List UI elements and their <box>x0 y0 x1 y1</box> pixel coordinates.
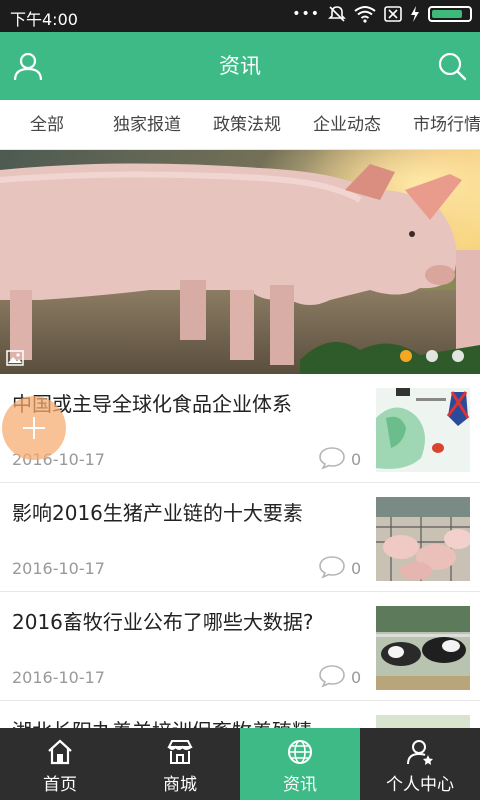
mute-icon <box>328 6 346 22</box>
app-header: 资讯 <box>0 32 480 100</box>
carousel-indicator <box>400 350 464 362</box>
carousel-dot[interactable] <box>426 350 438 362</box>
comment-count: 0 <box>351 450 362 469</box>
news-item[interactable]: 湖北长阳办养羊培训促畜牧养殖精 <box>0 701 480 728</box>
tab-exclusive[interactable]: 独家报道 <box>113 100 181 149</box>
nav-label: 首页 <box>43 775 77 795</box>
more-dots-icon: ••• <box>292 6 320 22</box>
carousel-dot[interactable] <box>400 350 412 362</box>
news-title: 湖北长阳办养羊培训促畜牧养殖精 <box>12 715 362 728</box>
news-date: 2016-10-17 <box>12 559 105 578</box>
news-date: 2016-10-17 <box>12 668 105 687</box>
tab-company-news[interactable]: 企业动态 <box>313 100 381 149</box>
comment-count: 0 <box>351 668 362 687</box>
image-icon <box>6 350 24 366</box>
news-item[interactable]: 2016畜牧行业公布了哪些大数据? 2016-10-17 0 <box>0 592 480 701</box>
page-title: 资讯 <box>219 54 261 78</box>
battery-icon <box>428 6 472 22</box>
comment-icon <box>319 447 345 470</box>
charging-icon <box>411 6 419 22</box>
news-title: 中国或主导全球化食品企业体系 <box>12 392 292 416</box>
status-icons: ••• <box>292 5 472 23</box>
nav-label: 个人中心 <box>386 775 454 795</box>
news-title: 影响2016生猪产业链的十大要素 <box>12 501 303 525</box>
bottom-nav: 首页 商城 资讯 个人中心 <box>0 728 480 800</box>
category-tabs: 全部 独家报道 政策法规 企业动态 市场行情 <box>0 100 480 150</box>
news-item[interactable]: 中国或主导全球化食品企业体系 2016-10-17 0 <box>0 374 480 483</box>
nav-profile[interactable]: 个人中心 <box>360 728 480 800</box>
nav-label: 商城 <box>163 775 197 795</box>
nav-label: 资讯 <box>283 775 317 795</box>
comment-icon <box>319 556 345 579</box>
carousel-dot[interactable] <box>452 350 464 362</box>
comment-icon <box>319 665 345 688</box>
tab-market[interactable]: 市场行情 <box>413 100 480 149</box>
news-item[interactable]: 影响2016生猪产业链的十大要素 2016-10-17 0 <box>0 483 480 592</box>
profile-icon <box>407 740 433 765</box>
news-thumbnail <box>376 497 470 581</box>
nav-news[interactable]: 资讯 <box>240 728 360 800</box>
banner-image <box>0 150 480 374</box>
nav-store[interactable]: 商城 <box>120 728 240 800</box>
news-thumbnail <box>376 606 470 690</box>
news-thumbnail <box>376 715 470 728</box>
news-title: 2016畜牧行业公布了哪些大数据? <box>12 610 314 634</box>
comment-count: 0 <box>351 559 362 578</box>
tab-policy[interactable]: 政策法规 <box>213 100 281 149</box>
status-bar: 下午4:00 ••• <box>0 0 480 32</box>
status-time: 下午4:00 <box>10 10 78 29</box>
globe-icon <box>288 740 312 764</box>
wifi-icon <box>354 6 376 23</box>
search-icon[interactable] <box>436 50 468 82</box>
home-icon <box>48 739 72 765</box>
sim-icon <box>384 6 402 22</box>
add-button[interactable] <box>2 396 66 460</box>
news-list: 中国或主导全球化食品企业体系 2016-10-17 0 影响2016生猪产业链的… <box>0 374 480 728</box>
tab-all[interactable]: 全部 <box>30 100 64 149</box>
nav-home[interactable]: 首页 <box>0 728 120 800</box>
news-thumbnail <box>376 388 470 472</box>
banner-carousel[interactable] <box>0 150 480 374</box>
store-icon <box>167 740 193 764</box>
